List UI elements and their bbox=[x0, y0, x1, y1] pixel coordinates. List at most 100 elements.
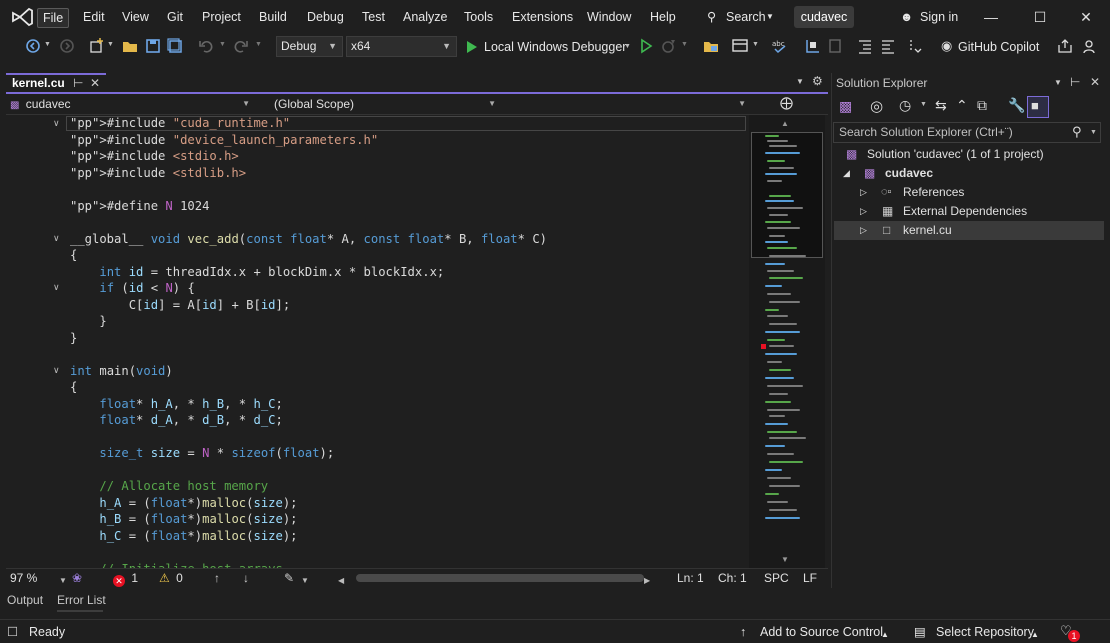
code-line[interactable]: h_A = (float*)malloc(size); bbox=[70, 495, 547, 512]
code-line[interactable] bbox=[70, 214, 547, 231]
chevron-down-icon[interactable]: ▼ bbox=[681, 41, 688, 48]
scroll-right-icon[interactable]: ▶ bbox=[644, 573, 650, 588]
chevron-down-icon[interactable]: ▼ bbox=[255, 41, 262, 48]
save-icon[interactable] bbox=[144, 37, 162, 55]
scope-dropdown[interactable]: (Global Scope) ▼ bbox=[274, 96, 498, 113]
sync-icon[interactable]: ⇆ bbox=[935, 97, 947, 114]
close-button[interactable]: ✕ bbox=[1074, 6, 1098, 28]
code-line[interactable]: int main(void) bbox=[70, 363, 547, 380]
tab-error-list[interactable]: Error List bbox=[57, 593, 106, 607]
fold-toggle-icon[interactable]: ∨ bbox=[53, 118, 60, 129]
tab-list-dropdown-icon[interactable]: ▼ bbox=[796, 77, 804, 86]
code-line[interactable]: { bbox=[70, 379, 547, 396]
pin-icon[interactable]: ⊢ bbox=[1070, 75, 1080, 89]
code-line[interactable]: float* h_A, * h_B, * h_C; bbox=[70, 396, 547, 413]
chevron-down-icon[interactable]: ▼ bbox=[219, 41, 226, 48]
maximize-button[interactable]: ☐ bbox=[1028, 6, 1052, 28]
show-all-files-icon[interactable]: ⧉ bbox=[977, 97, 987, 114]
back-icon[interactable] bbox=[24, 37, 42, 55]
code-line[interactable]: } bbox=[70, 313, 547, 330]
configuration-select[interactable]: Debug ▼ bbox=[276, 36, 343, 57]
spell-check-icon[interactable]: abc bbox=[771, 37, 789, 55]
chevron-down-icon[interactable]: ▼ bbox=[301, 573, 309, 588]
feedback-icon[interactable] bbox=[1082, 37, 1100, 55]
code-line[interactable]: "pp">#include "cuda_runtime.h" bbox=[70, 115, 547, 132]
code-line[interactable] bbox=[70, 181, 547, 198]
code-line[interactable]: if (id < N) { bbox=[70, 280, 547, 297]
switch-views-icon[interactable]: ▩ bbox=[839, 98, 852, 115]
indent-icon[interactable] bbox=[856, 37, 874, 55]
panel-options-icon[interactable]: ▼ bbox=[1054, 78, 1062, 87]
chevron-down-icon[interactable]: ▼ bbox=[44, 41, 51, 48]
code-cleanup-icon[interactable]: ✎ bbox=[284, 571, 294, 586]
tree-kernel-cu[interactable]: ▷ □ kernel.cu bbox=[834, 221, 1104, 240]
whitespace-mode[interactable]: SPC bbox=[764, 571, 789, 586]
code-line[interactable]: } bbox=[70, 330, 547, 347]
wrench-icon[interactable]: 🔧 bbox=[1008, 97, 1025, 114]
expand-icon[interactable]: ▷ bbox=[860, 183, 867, 202]
outdent-icon[interactable] bbox=[879, 37, 897, 55]
minimize-button[interactable]: — bbox=[979, 6, 1003, 28]
previous-issue-icon[interactable]: ↑ bbox=[214, 571, 220, 586]
scroll-down-icon[interactable]: ▼ bbox=[781, 555, 789, 564]
code-line[interactable]: __global__ void vec_add(const float* A, … bbox=[70, 231, 547, 248]
menu-debug[interactable]: Debug bbox=[302, 8, 349, 28]
tab-kernel-cu[interactable]: kernel.cu ⊢ ✕ bbox=[6, 73, 106, 93]
member-dropdown[interactable]: ▼ bbox=[506, 96, 748, 113]
hot-reload-icon[interactable] bbox=[660, 37, 678, 55]
globe-icon[interactable]: ◎ bbox=[870, 97, 883, 115]
solution-search-input[interactable]: Search Solution Explorer (Ctrl+¨) bbox=[833, 122, 1101, 143]
window-layout-icon[interactable] bbox=[731, 37, 749, 55]
tree-project[interactable]: ◢ ▩ cudavec bbox=[834, 164, 1104, 183]
warnings-indicator[interactable]: ⚠ 0 bbox=[159, 571, 183, 586]
code-line[interactable]: int id = threadIdx.x + blockDim.x * bloc… bbox=[70, 264, 547, 281]
menu-file[interactable]: File bbox=[37, 8, 70, 28]
code-line[interactable]: size_t size = N * sizeof(float); bbox=[70, 445, 547, 462]
close-tab-icon[interactable]: ✕ bbox=[90, 75, 100, 92]
chevron-down-icon[interactable]: ▼ bbox=[1090, 129, 1097, 136]
code-line[interactable]: // Allocate host memory bbox=[70, 478, 547, 495]
menu-test[interactable]: Test bbox=[357, 8, 390, 28]
preview-selected-button[interactable]: ■ bbox=[1027, 96, 1049, 118]
select-repository-button[interactable]: ▤ Select Repository ▲ bbox=[912, 620, 1044, 643]
tree-solution[interactable]: ▩ Solution 'cudavec' (1 of 1 project) bbox=[834, 145, 1104, 164]
close-panel-icon[interactable]: ✕ bbox=[1090, 75, 1100, 89]
share-icon[interactable] bbox=[1056, 37, 1074, 55]
code-line[interactable] bbox=[70, 544, 547, 561]
code-line[interactable] bbox=[70, 346, 547, 363]
platform-select[interactable]: x64 ▼ bbox=[346, 36, 457, 57]
start-without-debugging-icon[interactable] bbox=[637, 37, 655, 55]
save-all-icon[interactable] bbox=[166, 37, 184, 55]
code-line[interactable] bbox=[70, 429, 547, 446]
health-brush-icon[interactable]: ❀ bbox=[72, 571, 82, 586]
menu-build[interactable]: Build bbox=[254, 8, 292, 28]
forward-icon[interactable] bbox=[58, 37, 76, 55]
comment-icon[interactable] bbox=[826, 37, 844, 55]
errors-indicator[interactable]: ✕ 1 bbox=[113, 571, 138, 587]
solution-name-chip[interactable]: cudavec bbox=[794, 6, 854, 28]
fold-toggle-icon[interactable]: ∨ bbox=[53, 233, 60, 244]
tree-external-dependencies[interactable]: ▷ ▦ External Dependencies bbox=[834, 202, 1104, 221]
horizontal-scrollbar-thumb[interactable] bbox=[356, 574, 644, 582]
code-line[interactable]: h_B = (float*)malloc(size); bbox=[70, 511, 547, 528]
fold-toggle-icon[interactable]: ∨ bbox=[53, 365, 60, 376]
pin-icon[interactable]: ⊢ bbox=[73, 75, 83, 92]
menu-extensions[interactable]: Extensions bbox=[507, 8, 578, 28]
menu-view[interactable]: View bbox=[117, 8, 154, 28]
collapse-all-icon[interactable]: ⌃ bbox=[956, 97, 968, 114]
undo-icon[interactable] bbox=[197, 37, 215, 55]
notifications-button[interactable]: ♡ 1 bbox=[1060, 622, 1086, 642]
code-line[interactable]: C[id] = A[id] + B[id]; bbox=[70, 297, 547, 314]
expand-icon[interactable]: ▷ bbox=[860, 202, 867, 221]
fold-toggle-icon[interactable]: ∨ bbox=[53, 282, 60, 293]
next-issue-icon[interactable]: ↓ bbox=[243, 571, 249, 586]
menu-analyze[interactable]: Analyze bbox=[398, 8, 452, 28]
chevron-down-icon[interactable]: ▼ bbox=[920, 101, 927, 108]
code-line[interactable]: "pp">#define N 1024 bbox=[70, 198, 547, 215]
folder-view-icon[interactable] bbox=[702, 37, 720, 55]
gear-icon[interactable]: ⚙ bbox=[812, 74, 823, 88]
sign-in-button[interactable]: ☻ Sign in bbox=[898, 8, 968, 28]
chevron-down-icon[interactable]: ▼ bbox=[59, 573, 67, 588]
code-line[interactable]: float* d_A, * d_B, * d_C; bbox=[70, 412, 547, 429]
project-dropdown[interactable]: ▩ cudavec ▼ bbox=[10, 96, 252, 113]
